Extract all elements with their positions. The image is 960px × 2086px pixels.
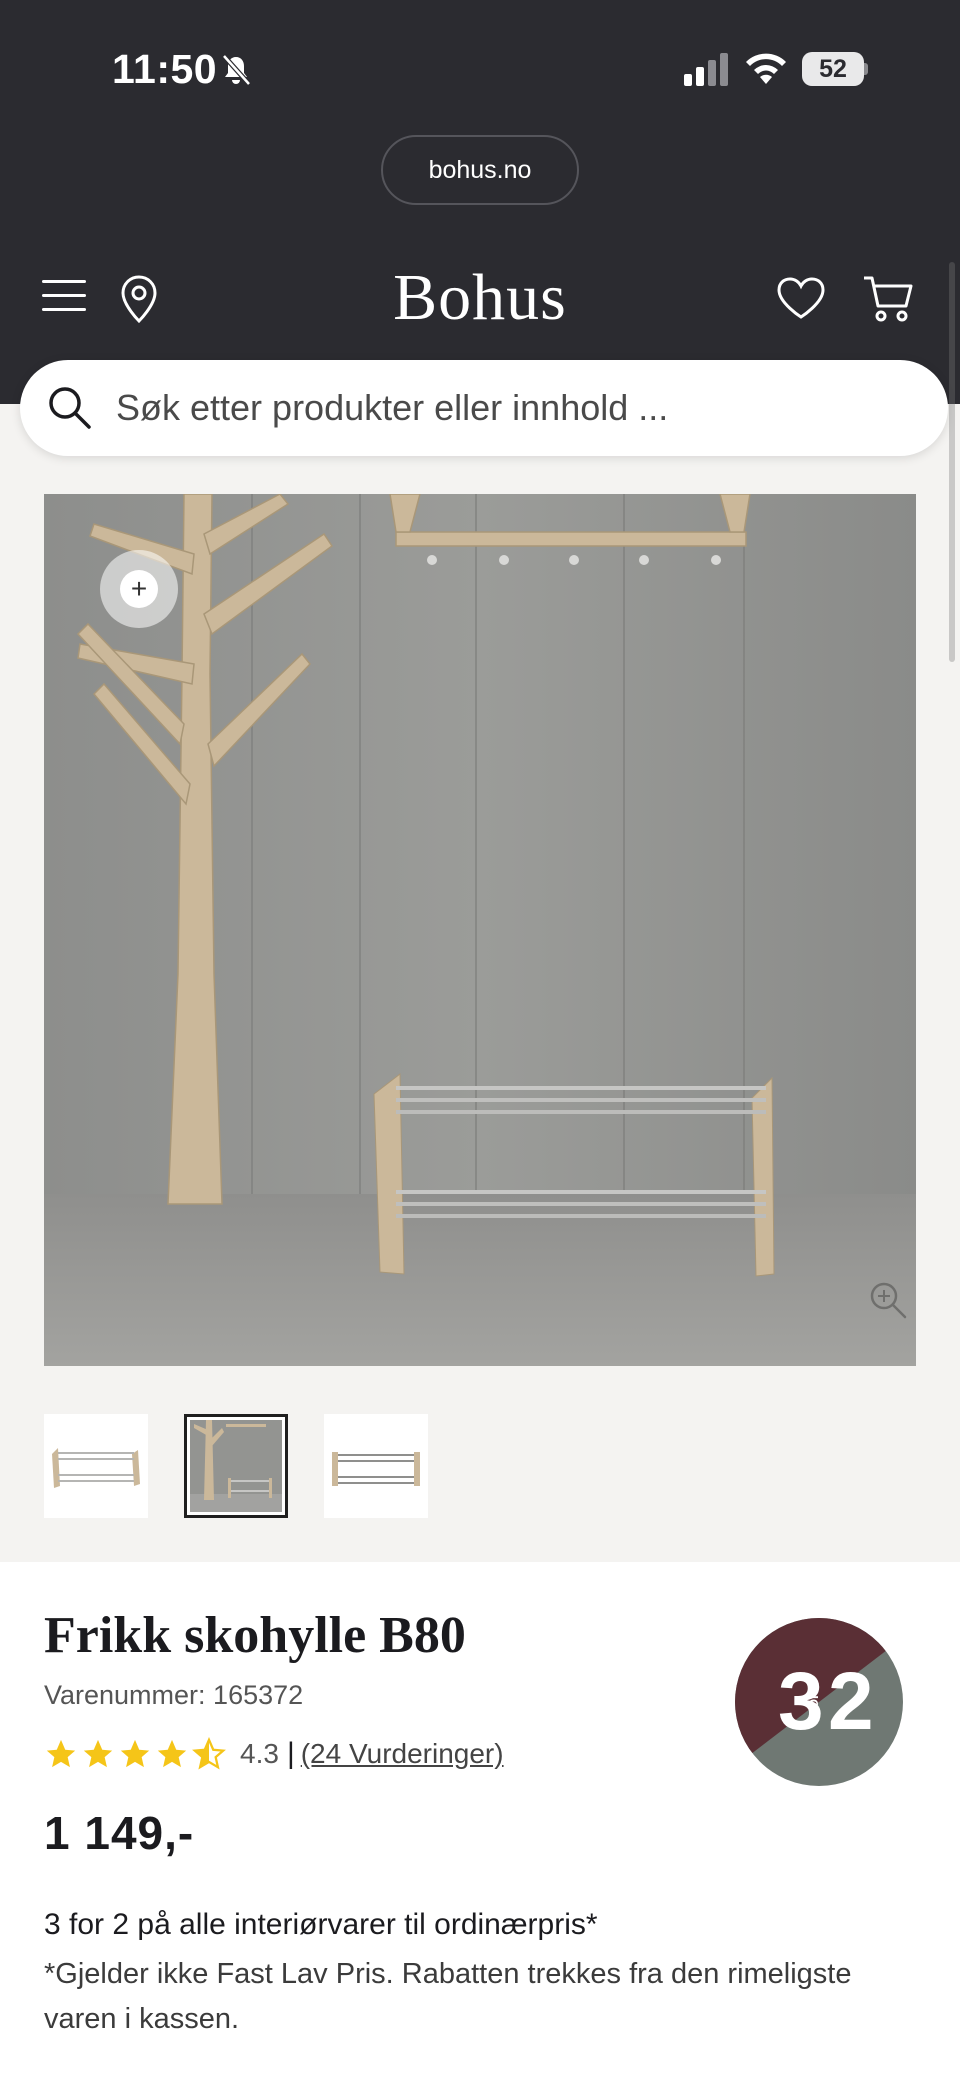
search-input[interactable] (116, 374, 916, 442)
product-info: Frikk skohylle B80 Varenummer: 165372 4.… (0, 1562, 960, 2086)
star-icon (46, 1739, 76, 1768)
promo-title: 3 for 2 på alle interiørvarer til ordinæ… (44, 1908, 598, 1941)
heart-icon[interactable] (776, 276, 826, 320)
product-title: Frikk skohylle B80 (44, 1607, 466, 1664)
image-hotspot-button[interactable]: + (100, 550, 178, 628)
battery-level: 52 (819, 54, 847, 83)
badge-for: FOR (806, 1689, 821, 1717)
star-icon (120, 1739, 150, 1768)
rating-value: 4.3 (240, 1738, 279, 1769)
thumbnail-2[interactable] (184, 1414, 288, 1518)
product-main-image[interactable] (44, 494, 916, 1366)
bell-muted-icon (222, 54, 251, 86)
product-rating: 4.3 | (24 Vurderinger) (44, 1734, 504, 1774)
thumbnail-1[interactable] (44, 1414, 148, 1518)
rating-separator: | (286, 1737, 295, 1770)
menu-icon[interactable] (42, 278, 86, 314)
battery-indicator: 52 (802, 52, 868, 86)
location-pin-icon[interactable] (118, 274, 160, 324)
badge-right: 2 (828, 1656, 874, 1747)
3-for-2-badge: 3 FOR 2 (735, 1618, 903, 1786)
plus-icon: + (120, 570, 158, 608)
product-sku: Varenummer: 165372 (44, 1680, 304, 1710)
reviews-link[interactable]: (24 Vurderinger) (301, 1738, 504, 1770)
star-icon (83, 1739, 113, 1768)
product-price: 1 149,- (44, 1807, 195, 1859)
thumbnail-3[interactable] (324, 1414, 428, 1518)
zoom-icon[interactable] (868, 1280, 908, 1320)
page-scrollbar[interactable] (949, 262, 955, 662)
wifi-icon (746, 53, 786, 84)
main-nav: Bohus (0, 250, 960, 346)
cart-icon[interactable] (862, 274, 914, 322)
star-icon (157, 1739, 187, 1768)
status-time: 11:50 (112, 46, 218, 92)
url-text: bohus.no (428, 155, 532, 184)
url-bar[interactable]: bohus.no (381, 135, 579, 205)
search-bar[interactable] (20, 360, 948, 456)
star-half-icon (192, 1737, 226, 1770)
status-bar: 11:50 52 (0, 0, 960, 130)
promo-note: *Gjelder ikke Fast Lav Pris. Rabatten tr… (44, 1958, 852, 2035)
rating-stars (44, 1737, 226, 1771)
site-header: 11:50 52 bohus.no Bohus (0, 0, 960, 404)
signal-icon (684, 53, 728, 86)
search-icon[interactable] (46, 384, 92, 430)
